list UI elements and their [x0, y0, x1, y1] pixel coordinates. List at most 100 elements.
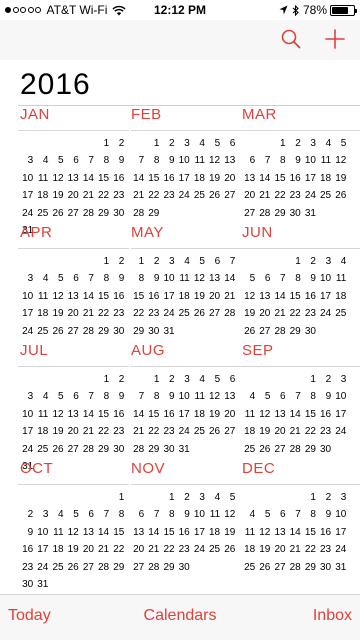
day-cell[interactable]: 17 — [333, 406, 346, 423]
day-cell[interactable]: 9 — [111, 152, 125, 169]
day-cell[interactable]: 10 — [318, 270, 331, 287]
day-cell[interactable]: 28 — [222, 305, 235, 322]
day-cell[interactable]: 1 — [288, 253, 301, 270]
day-cell[interactable]: 29 — [96, 205, 109, 222]
day-cell[interactable]: 7 — [288, 506, 301, 523]
day-cell[interactable]: 15 — [146, 406, 159, 423]
day-cell[interactable]: 13 — [222, 388, 235, 405]
day-cell[interactable]: 4 — [177, 253, 190, 270]
day-cell[interactable]: 20 — [131, 541, 144, 558]
day-cell[interactable]: 9 — [318, 506, 332, 523]
day-cell[interactable]: 5 — [257, 388, 271, 405]
day-cell[interactable]: 23 — [303, 305, 316, 322]
day-cell[interactable]: 29 — [131, 323, 144, 340]
day-cell[interactable]: 23 — [318, 541, 331, 558]
day-cell[interactable]: 11 — [35, 406, 48, 423]
day-cell[interactable]: 20 — [222, 406, 235, 423]
day-cell[interactable]: 7 — [81, 270, 94, 287]
day-cell[interactable]: 5 — [66, 506, 79, 523]
day-cell[interactable]: 1 — [272, 135, 286, 152]
day-cell[interactable]: 31 — [177, 441, 190, 458]
day-cell[interactable]: 11 — [242, 524, 255, 541]
day-cell[interactable]: 3 — [192, 489, 205, 506]
day-cell[interactable]: 24 — [333, 423, 346, 440]
day-cell[interactable]: 17 — [35, 541, 48, 558]
day-cell[interactable]: 12 — [333, 152, 346, 169]
day-cell[interactable]: 8 — [161, 506, 175, 523]
day-cell[interactable]: 10 — [35, 524, 48, 541]
day-cell[interactable]: 13 — [131, 524, 144, 541]
day-cell[interactable]: 5 — [333, 135, 347, 152]
day-cell[interactable]: 8 — [96, 388, 110, 405]
day-cell[interactable]: 31 — [333, 559, 346, 576]
day-cell[interactable]: 2 — [161, 135, 175, 152]
day-cell[interactable]: 20 — [66, 305, 79, 322]
day-cell[interactable]: 4 — [242, 388, 256, 405]
day-cell[interactable]: 30 — [303, 323, 316, 340]
day-cell[interactable]: 3 — [333, 371, 347, 388]
day-cell[interactable]: 18 — [35, 423, 48, 440]
day-cell[interactable]: 18 — [192, 170, 205, 187]
day-cell[interactable]: 12 — [242, 288, 255, 305]
day-cell[interactable]: 29 — [272, 205, 285, 222]
day-cell[interactable]: 17 — [177, 406, 190, 423]
day-cell[interactable]: 6 — [207, 253, 221, 270]
day-cell[interactable]: 1 — [303, 489, 316, 506]
day-cell[interactable]: 16 — [161, 170, 174, 187]
day-cell[interactable]: 3 — [20, 152, 34, 169]
day-cell[interactable]: 27 — [242, 205, 255, 222]
day-cell[interactable]: 3 — [161, 253, 175, 270]
day-cell[interactable]: 22 — [96, 423, 109, 440]
day-cell[interactable]: 25 — [35, 441, 48, 458]
day-cell[interactable]: 31 — [303, 205, 316, 222]
day-cell[interactable]: 18 — [35, 187, 48, 204]
day-cell[interactable]: 30 — [161, 441, 174, 458]
day-cell[interactable]: 30 — [177, 559, 190, 576]
day-cell[interactable]: 21 — [288, 423, 301, 440]
day-cell[interactable]: 16 — [20, 541, 33, 558]
day-cell[interactable]: 16 — [111, 288, 124, 305]
day-cell[interactable]: 25 — [50, 559, 63, 576]
day-cell[interactable]: 18 — [35, 305, 48, 322]
day-cell[interactable]: 4 — [35, 388, 49, 405]
day-cell[interactable]: 16 — [318, 524, 331, 541]
day-cell[interactable]: 20 — [66, 423, 79, 440]
day-cell[interactable]: 7 — [146, 506, 160, 523]
day-cell[interactable]: 19 — [222, 524, 235, 541]
day-cell[interactable]: 31 — [161, 323, 174, 340]
day-cell[interactable]: 8 — [96, 152, 110, 169]
day-cell[interactable]: 3 — [35, 506, 49, 523]
day-cell[interactable]: 18 — [333, 288, 346, 305]
day-cell[interactable]: 11 — [192, 152, 205, 169]
day-cell[interactable]: 12 — [50, 170, 63, 187]
day-cell[interactable]: 26 — [207, 423, 220, 440]
day-cell[interactable]: 20 — [222, 170, 235, 187]
day-cell[interactable]: 24 — [333, 541, 346, 558]
day-cell[interactable]: 31 — [35, 576, 48, 593]
day-cell[interactable]: 4 — [333, 253, 347, 270]
add-event-button[interactable] — [322, 26, 348, 52]
day-cell[interactable]: 15 — [303, 524, 316, 541]
day-cell[interactable]: 21 — [81, 423, 94, 440]
day-cell[interactable]: 27 — [66, 441, 79, 458]
day-cell[interactable]: 3 — [177, 371, 190, 388]
day-cell[interactable]: 19 — [50, 187, 63, 204]
day-cell[interactable]: 29 — [96, 441, 109, 458]
day-cell[interactable]: 14 — [146, 524, 159, 541]
day-cell[interactable]: 2 — [288, 135, 301, 152]
day-cell[interactable]: 28 — [81, 205, 94, 222]
day-cell[interactable]: 17 — [161, 288, 174, 305]
day-cell[interactable]: 14 — [257, 170, 270, 187]
day-cell[interactable]: 12 — [207, 388, 220, 405]
day-cell[interactable]: 8 — [96, 270, 110, 287]
day-cell[interactable]: 1 — [96, 371, 110, 388]
day-cell[interactable]: 8 — [146, 388, 160, 405]
day-cell[interactable]: 4 — [207, 489, 221, 506]
day-cell[interactable]: 26 — [257, 441, 270, 458]
day-cell[interactable]: 22 — [303, 541, 316, 558]
day-cell[interactable]: 8 — [303, 506, 316, 523]
day-cell[interactable]: 18 — [192, 406, 205, 423]
day-cell[interactable]: 29 — [303, 559, 316, 576]
day-cell[interactable]: 22 — [272, 187, 285, 204]
day-cell[interactable]: 30 — [146, 323, 159, 340]
